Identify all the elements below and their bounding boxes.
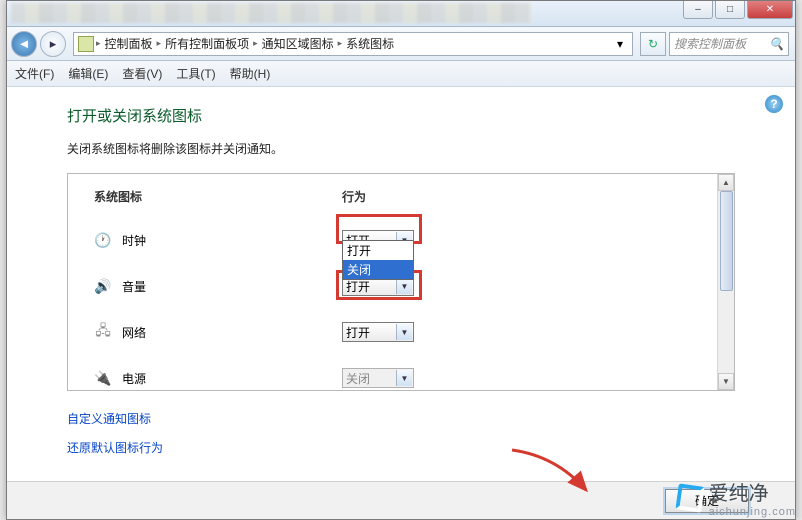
maximize-button[interactable]: □ <box>715 1 745 19</box>
refresh-button[interactable]: ↻ <box>640 32 666 56</box>
navigation-bar: ◄ ▸ ▸ 控制面板 ▸ 所有控制面板项 ▸ 通知区域图标 ▸ 系统图标 ▾ ↻… <box>7 27 795 61</box>
dropdown-option-open[interactable]: 打开 <box>343 241 413 260</box>
volume-icon: 🔊 <box>94 277 112 295</box>
menu-file[interactable]: 文件(F) <box>15 65 54 82</box>
dropdown-power: 关闭 ▼ <box>342 368 414 388</box>
page-description: 关闭系统图标将删除该图标并关闭通知。 <box>67 140 735 157</box>
breadcrumb-item[interactable]: 所有控制面板项 <box>163 35 251 52</box>
address-dropdown-icon[interactable]: ▾ <box>612 37 628 51</box>
dropdown-value: 打开 <box>346 278 370 295</box>
column-header-action: 行为 <box>342 188 366 205</box>
network-icon: 🖧 <box>94 323 112 341</box>
dropdown-value: 关闭 <box>346 370 370 387</box>
link-customize-icons[interactable]: 自定义通知图标 <box>67 412 151 426</box>
scroll-thumb[interactable] <box>720 191 733 291</box>
titlebar-background <box>11 3 531 23</box>
content-area: ? 打开或关闭系统图标 关闭系统图标将删除该图标并关闭通知。 系统图标 行为 🕐… <box>7 87 795 481</box>
clock-icon: 🕐 <box>94 231 112 249</box>
ok-button[interactable]: 确定 <box>665 489 749 513</box>
breadcrumb-sep: ▸ <box>338 38 343 49</box>
control-panel-icon <box>78 36 94 52</box>
scrollbar[interactable]: ▲ ▼ <box>717 174 734 390</box>
dropdown-network[interactable]: 打开 ▼ <box>342 322 414 342</box>
link-restore-defaults[interactable]: 还原默认图标行为 <box>67 441 163 455</box>
search-placeholder: 搜索控制面板 <box>674 35 746 52</box>
chevron-down-icon: ▼ <box>396 278 412 294</box>
dropdown-option-close[interactable]: 关闭 <box>343 260 413 279</box>
power-icon: 🔌 <box>94 369 112 387</box>
address-breadcrumb[interactable]: ▸ 控制面板 ▸ 所有控制面板项 ▸ 通知区域图标 ▸ 系统图标 ▾ <box>73 32 633 56</box>
breadcrumb-item[interactable]: 通知区域图标 <box>260 35 336 52</box>
menu-bar: 文件(F) 编辑(E) 查看(V) 工具(T) 帮助(H) <box>7 61 795 87</box>
breadcrumb-item[interactable]: 控制面板 <box>103 35 155 52</box>
breadcrumb-sep: ▸ <box>96 38 101 49</box>
scroll-down-button[interactable]: ▼ <box>718 373 734 390</box>
system-icons-listbox: 系统图标 行为 🕐 时钟 打开 ▼ 🔊 音量 打 <box>67 173 735 391</box>
nav-back-button[interactable]: ◄ <box>11 31 37 57</box>
row-label: 时钟 <box>122 232 342 249</box>
search-input[interactable]: 搜索控制面板 🔍 <box>669 32 789 56</box>
dropdown-value: 打开 <box>346 324 370 341</box>
menu-tools[interactable]: 工具(T) <box>176 65 215 82</box>
scroll-up-button[interactable]: ▲ <box>718 174 734 191</box>
row-label: 音量 <box>122 278 342 295</box>
chevron-down-icon: ▼ <box>396 370 412 386</box>
menu-help[interactable]: 帮助(H) <box>230 65 271 82</box>
row-power: 🔌 电源 关闭 ▼ <box>94 355 691 401</box>
menu-view[interactable]: 查看(V) <box>122 65 162 82</box>
page-title: 打开或关闭系统图标 <box>67 105 735 126</box>
row-network: 🖧 网络 打开 ▼ <box>94 309 691 355</box>
close-button[interactable]: ✕ <box>747 1 793 19</box>
search-icon: 🔍 <box>769 37 784 51</box>
title-bar: – □ ✕ <box>7 1 795 27</box>
column-header-name: 系统图标 <box>94 188 342 205</box>
breadcrumb-item[interactable]: 系统图标 <box>344 35 396 52</box>
minimize-button[interactable]: – <box>683 1 713 19</box>
breadcrumb-sep: ▸ <box>157 38 162 49</box>
dropdown-popup[interactable]: 打开 关闭 <box>342 240 414 280</box>
footer-bar: 确定 <box>7 481 795 519</box>
chevron-down-icon: ▼ <box>396 324 412 340</box>
row-label: 电源 <box>122 370 342 387</box>
row-label: 网络 <box>122 324 342 341</box>
menu-edit[interactable]: 编辑(E) <box>68 65 108 82</box>
nav-forward-button[interactable]: ▸ <box>40 31 66 57</box>
breadcrumb-sep: ▸ <box>253 38 258 49</box>
help-icon[interactable]: ? <box>765 95 783 113</box>
